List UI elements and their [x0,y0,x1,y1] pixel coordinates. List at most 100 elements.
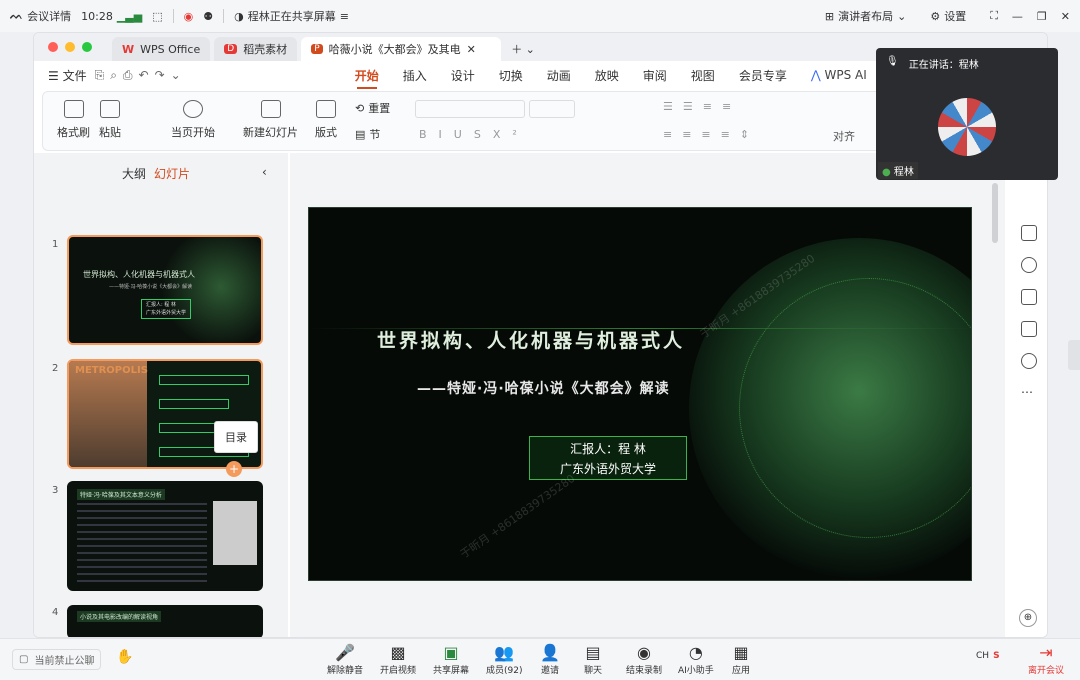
meeting-time: 10:28 [81,9,113,23]
menu-item-transition[interactable]: 切换 [499,67,523,84]
menu-item-slideshow[interactable]: 放映 [595,67,619,84]
minimize-icon[interactable]: — [1012,10,1023,23]
file-menu[interactable]: ☰ 文件 [48,67,87,84]
share-screen-button[interactable]: ▣ 共享屏幕 [433,643,469,676]
public-chat-status[interactable]: ▢ 当前禁止公聊 [12,649,102,670]
paste-button[interactable]: 粘贴 [99,100,121,140]
meeting-info[interactable]: ᨓ 会议详情 [10,8,71,24]
slide-thumb-1[interactable]: 世界拟构、人化机器与机器式人 ——特娅·冯·哈葆小说《大都会》解读 汇报人: 程… [67,235,263,345]
tab-wps[interactable]: W WPS Office [112,37,211,61]
reset-button[interactable]: ⟲ 重置 [355,100,390,116]
apps-button[interactable]: ▦ 应用 [732,643,750,676]
current-slide[interactable]: 世界拟构、人化机器与机器式人 ——特娅·冯·哈葆小说《大都会》解读 汇报人：程 … [308,207,972,581]
wps-icon: W [122,42,135,56]
start-video-button[interactable]: ▩ 开启视频 [380,643,416,676]
tab-outline[interactable]: 大纲 [122,165,146,182]
font-family-select[interactable] [415,100,525,118]
add-slide-icon[interactable]: + [226,461,242,477]
close-icon[interactable]: ✕ [1061,10,1070,23]
quick-access[interactable]: ⎘⌕⎙↶↷⌄ [95,68,187,83]
speaker-video[interactable]: 🎙 正在讲话：程林 ● 程林 [876,48,1058,180]
tab-label: 哈薇小说《大都会》及其电 [328,43,461,56]
tab-document[interactable]: P 哈薇小说《大都会》及其电 ✕ [301,37,502,61]
scrollbar[interactable] [992,183,998,243]
signal-icon: ▁▃▅ [116,9,143,23]
menu-item-member[interactable]: 会员专享 [739,67,787,84]
logo-icon: ᨓ [10,9,24,22]
chevron-down-icon: ⌄ [897,9,907,23]
tab-slides[interactable]: 幻灯片 [154,165,190,182]
close-tab-icon[interactable]: ✕ [467,43,476,56]
font-size-select[interactable] [529,100,575,118]
ai-assistant-button[interactable]: ◔ AI小助手 [678,643,714,676]
layout-icon [316,100,336,118]
members-button[interactable]: 👥 成员(92) [486,643,522,676]
clipboard-icon [100,100,120,118]
menu-item-review[interactable]: 审阅 [643,67,667,84]
input-method[interactable]: CH S [976,651,1000,661]
side-collapse-tab[interactable] [1068,340,1080,370]
menu-item-design[interactable]: 设计 [451,67,475,84]
share-icon[interactable]: ⬚ [152,10,162,23]
tab-daoke[interactable]: D 稻壳素材 [214,37,298,61]
settings-button[interactable]: ⚙ 设置 [930,8,966,24]
menu-item-home[interactable]: 开始 [355,67,379,89]
align-button[interactable]: 对齐 [833,128,855,144]
star-icon[interactable] [1021,257,1037,273]
align-icons[interactable]: ≡≡≡≡⇕ [663,128,759,141]
menu-item-insert[interactable]: 插入 [403,67,427,84]
thumb-title: 世界拟构、人化机器与机器式人 [83,270,195,279]
leave-meeting-button[interactable]: ⇥ 离开会议 [1028,643,1064,676]
gear-icon: ⚙ [930,9,941,23]
menu-icon[interactable]: ≡ [340,10,349,23]
layout-label: 演讲者布局 [838,10,894,23]
layout-button[interactable]: ⊞ 演讲者布局 ⌄ [825,8,906,24]
hand-icon[interactable]: ✋ [116,649,133,665]
zoom-icon[interactable]: ⊕ [1019,609,1037,627]
section-button[interactable]: ▤ 节 [355,126,380,142]
properties-icon[interactable] [1021,225,1037,241]
watermark: 于昕月 +8618839735280 [457,471,578,561]
unmute-button[interactable]: 🎤 解除静音 [327,643,363,676]
restore-icon[interactable]: ❐ [1037,10,1047,23]
more-icon[interactable]: ⋯ [1021,385,1033,399]
menu-item-animation[interactable]: 动画 [547,67,571,84]
meeting-title: 会议详情 [27,10,72,23]
members-icon[interactable]: ⚉ [203,10,213,23]
mic-icon: 🎙 [886,56,899,67]
slide-thumb-3[interactable]: 特娅·冯·哈葆及其文本意义分析 [67,481,263,591]
text-format-icons[interactable]: BIUSX² [419,128,529,141]
copy-icon[interactable] [1021,289,1037,305]
invite-button[interactable]: 👤 邀请 [540,643,560,676]
end-recording-button[interactable]: ◉ 结束录制 [626,643,662,676]
menu-item-view[interactable]: 视图 [691,67,715,84]
slide-thumb-4[interactable]: 小说及其电影改编的解读视角 [67,605,263,637]
record-label: 结束录制 [626,666,663,676]
mic-on-icon: ● [882,167,891,178]
layout-button[interactable]: 版式 [315,100,337,140]
camera-off-icon: ▩ [390,643,406,662]
fullscreen-icon[interactable]: ⛶ [990,9,998,23]
image-icon[interactable] [1021,321,1037,337]
file-label: 文件 [62,68,87,83]
collapse-icon[interactable]: ‹ [262,165,267,179]
context-menu-item[interactable]: 目录 [214,421,258,453]
record-icon[interactable]: ◉ [184,10,194,23]
new-slide-button[interactable]: 新建幻灯片 [243,100,298,140]
history-icon[interactable] [1021,353,1037,369]
meeting-bar: ᨓ 会议详情 10:28 ▁▃▅ ⬚ ◉ ⚉ ◑ 程林正在共享屏幕 ≡ ⊞ 演讲者布局 ⌄ … [0,0,1080,32]
public-label: 当前禁止公聊 [34,656,95,667]
slide-number: 1 [52,239,59,250]
menu-item-wps-ai[interactable]: ⋀ WPS AI [811,68,867,82]
slide-number: 4 [52,607,59,618]
list-icons[interactable]: ☰☰≡≡ [663,100,741,113]
reset-icon: ⟲ [355,101,365,115]
current-start-button[interactable]: 当页开始 [171,100,215,140]
format-painter-button[interactable]: 格式刷 [57,100,90,140]
thumb-title: 特娅·冯·哈葆及其文本意义分析 [77,489,165,500]
slide-school: 广东外语外贸大学 [559,462,656,476]
section-icon: ▤ [355,127,366,141]
new-tab-button[interactable]: ＋ ⌄ [501,37,545,61]
window-controls[interactable] [48,42,92,52]
chat-button[interactable]: ▤ 聊天 [584,643,602,676]
